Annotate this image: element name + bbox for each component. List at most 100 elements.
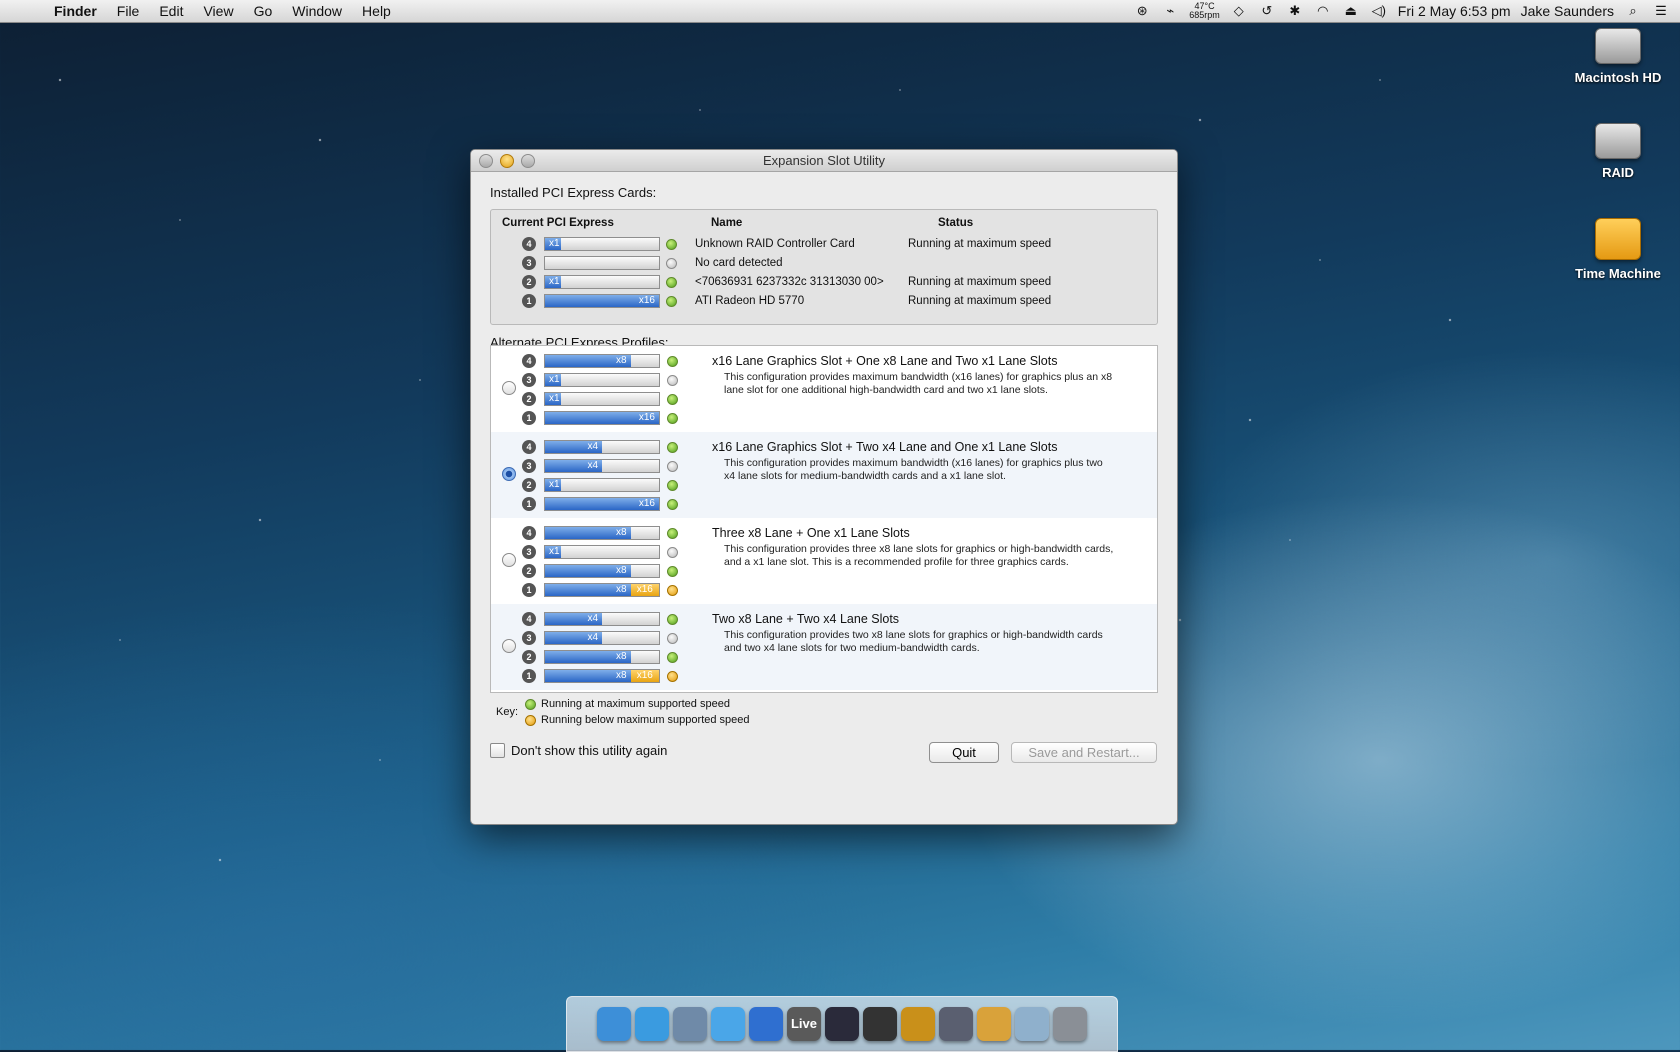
profile-radio[interactable] xyxy=(502,467,516,481)
profile-radio[interactable] xyxy=(502,553,516,567)
key-green-text: Running at maximum supported speed xyxy=(541,698,730,710)
slot-number-badge: 1 xyxy=(522,583,536,597)
zoom-button[interactable] xyxy=(521,154,535,168)
key-orange-row: Running below maximum supported speed xyxy=(525,714,750,726)
key-label: Key: xyxy=(496,706,519,718)
lane-bar: x8 xyxy=(544,526,660,540)
pages-icon[interactable] xyxy=(977,1007,1011,1041)
spotlight-search-icon[interactable]: ⌕ xyxy=(1624,3,1642,19)
menu-bar: Finder File Edit View Go Window Help ⊛ ⌁… xyxy=(0,0,1680,23)
orange-status-icon xyxy=(667,671,678,682)
lane-fill: x4 xyxy=(545,613,602,625)
slot-number-badge: 3 xyxy=(522,631,536,645)
key-orange-text: Running below maximum supported speed xyxy=(541,714,750,726)
profile-title: x16 Lane Graphics Slot + Two x4 Lane and… xyxy=(712,440,1058,454)
desktop-icon-raid[interactable]: RAID xyxy=(1563,123,1673,180)
card-status: Running at maximum speed xyxy=(908,276,1052,288)
preview-icon[interactable] xyxy=(673,1007,707,1041)
dock: Live xyxy=(566,996,1118,1052)
trash-icon[interactable] xyxy=(1053,1007,1087,1041)
lane-bar: x16 xyxy=(544,497,660,511)
desktop-icon-time-machine[interactable]: Time Machine xyxy=(1563,218,1673,281)
bluetooth-icon[interactable]: ✱ xyxy=(1286,3,1304,19)
iphoto-icon[interactable] xyxy=(901,1007,935,1041)
menu-help[interactable]: Help xyxy=(352,3,401,19)
menu-window[interactable]: Window xyxy=(282,3,352,19)
green-status-icon xyxy=(666,277,677,288)
grey-status-icon xyxy=(666,258,677,269)
quit-button[interactable]: Quit xyxy=(929,742,999,763)
slot-number-badge: 3 xyxy=(522,545,536,559)
card-name: ATI Radeon HD 5770 xyxy=(695,295,805,307)
slot-number-badge: 2 xyxy=(522,564,536,578)
slot-number-badge: 1 xyxy=(522,497,536,511)
messages-icon[interactable] xyxy=(711,1007,745,1041)
profile-option[interactable]: 4 x4 3 x4 2 x1 1 x16 x16 Lane Graphics Slot + Tw… xyxy=(491,432,1157,518)
green-status-icon xyxy=(667,442,678,453)
dont-show-checkbox[interactable] xyxy=(490,743,505,758)
dropbox-icon[interactable]: ◇ xyxy=(1230,3,1248,19)
time-machine-icon[interactable]: ↺ xyxy=(1258,3,1276,19)
menu-go[interactable]: Go xyxy=(244,3,283,19)
grey-status-icon xyxy=(667,375,678,386)
volume-icon[interactable]: ◁) xyxy=(1370,3,1388,19)
profile-radio[interactable] xyxy=(502,639,516,653)
fan-icon[interactable]: ⊛ xyxy=(1133,3,1151,19)
menu-view[interactable]: View xyxy=(193,3,243,19)
slot-number-badge: 3 xyxy=(522,373,536,387)
usb-drive-icon xyxy=(1595,218,1641,260)
key-green-row: Running at maximum supported speed xyxy=(525,698,730,710)
wifi-icon[interactable]: ◠ xyxy=(1314,3,1332,19)
logic-icon[interactable] xyxy=(825,1007,859,1041)
green-status-icon xyxy=(666,239,677,250)
temperature-readout[interactable]: 47°C 685rpm xyxy=(1189,2,1220,20)
lane-fill: x8 xyxy=(545,355,631,367)
eject-icon[interactable]: ⏏ xyxy=(1342,3,1360,19)
profile-option[interactable]: 4 x8 3 x1 2 x1 1 x16 x16 Lane Graphics Slot + On… xyxy=(491,346,1157,432)
grey-status-icon xyxy=(667,547,678,558)
lane-fill: x4 xyxy=(545,460,602,472)
window-titlebar[interactable]: Expansion Slot Utility xyxy=(471,150,1177,172)
downloads-icon[interactable] xyxy=(1015,1007,1049,1041)
minimize-button[interactable] xyxy=(500,154,514,168)
slot-number-badge: 3 xyxy=(522,459,536,473)
green-status-icon xyxy=(666,296,677,307)
dont-show-row[interactable]: Don't show this utility again xyxy=(490,743,667,758)
lane-fill: x1 xyxy=(545,393,561,405)
lane-warning-fill: x16 xyxy=(630,584,659,596)
lane-fill: x8 xyxy=(545,584,631,596)
menu-edit[interactable]: Edit xyxy=(149,3,193,19)
live-icon[interactable]: Live xyxy=(787,1007,821,1041)
clock[interactable]: Fri 2 May 6:53 pm xyxy=(1398,3,1511,19)
profile-option[interactable]: 4 x4 3 x4 2 x8 1 x8 x16 Two x8 Lane + Two x4 Lane… xyxy=(491,604,1157,690)
aperture-icon[interactable] xyxy=(863,1007,897,1041)
green-status-icon xyxy=(667,480,678,491)
desktop-icon-macintosh-hd[interactable]: Macintosh HD xyxy=(1563,28,1673,85)
final-cut-icon[interactable] xyxy=(939,1007,973,1041)
itunes-icon[interactable] xyxy=(749,1007,783,1041)
expansion-slot-utility-window: Expansion Slot Utility Installed PCI Exp… xyxy=(470,149,1178,825)
user-menu[interactable]: Jake Saunders xyxy=(1521,3,1614,19)
slot-number-badge: 4 xyxy=(522,237,536,251)
lane-bar: x8 xyxy=(544,354,660,368)
safari-icon[interactable] xyxy=(635,1007,669,1041)
menu-app-finder[interactable]: Finder xyxy=(44,3,107,19)
header-name: Name xyxy=(711,217,743,229)
green-status-icon xyxy=(525,698,536,710)
profile-title: Two x8 Lane + Two x4 Lane Slots xyxy=(712,612,900,626)
green-status-icon xyxy=(667,652,678,663)
network-icon[interactable]: ⌁ xyxy=(1161,3,1179,19)
slot-number-badge: 4 xyxy=(522,354,536,368)
lane-bar: x1 xyxy=(544,237,660,251)
profile-option[interactable]: 4 x8 3 x1 2 x8 1 x8 x16 Three x8 Lane + One x1 La… xyxy=(491,518,1157,604)
notification-center-icon[interactable]: ☰ xyxy=(1652,3,1670,19)
lane-bar: x1 xyxy=(544,392,660,406)
menu-file[interactable]: File xyxy=(107,3,150,19)
save-and-restart-button[interactable]: Save and Restart... xyxy=(1011,742,1157,763)
card-name: Unknown RAID Controller Card xyxy=(695,238,855,250)
fan-speed-value: 685rpm xyxy=(1189,10,1220,20)
installed-cards-panel: Current PCI Express Name Status 4 x1 Unkno… xyxy=(490,209,1158,325)
finder-icon[interactable] xyxy=(597,1007,631,1041)
close-button[interactable] xyxy=(479,154,493,168)
profile-radio[interactable] xyxy=(502,381,516,395)
